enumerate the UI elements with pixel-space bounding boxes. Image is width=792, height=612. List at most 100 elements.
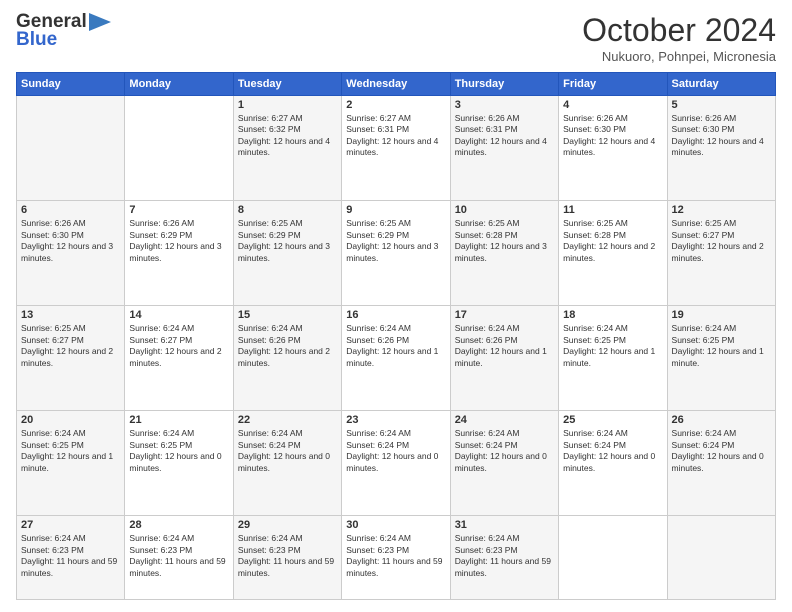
cell-info: Sunrise: 6:24 AM Sunset: 6:25 PM Dayligh… xyxy=(21,428,120,474)
calendar-week-row: 1 Sunrise: 6:27 AM Sunset: 6:32 PM Daylig… xyxy=(17,96,776,201)
cell-info: Sunrise: 6:24 AM Sunset: 6:23 PM Dayligh… xyxy=(238,533,337,579)
calendar-cell: 31Sunrise: 6:24 AM Sunset: 6:23 PM Dayli… xyxy=(450,516,558,600)
cell-info: Sunrise: 6:24 AM Sunset: 6:26 PM Dayligh… xyxy=(238,323,337,369)
cell-info: Sunrise: 6:25 AM Sunset: 6:27 PM Dayligh… xyxy=(21,323,120,369)
cell-info: Sunrise: 6:26 AM Sunset: 6:30 PM Dayligh… xyxy=(563,113,662,159)
cell-info: Sunrise: 6:24 AM Sunset: 6:24 PM Dayligh… xyxy=(346,428,445,474)
cell-info: Sunrise: 6:27 AM Sunset: 6:31 PM Dayligh… xyxy=(346,113,445,159)
calendar-cell: 27Sunrise: 6:24 AM Sunset: 6:23 PM Dayli… xyxy=(17,516,125,600)
day-number: 22 xyxy=(238,414,337,426)
calendar-cell: 2 Sunrise: 6:27 AM Sunset: 6:31 PM Daylig… xyxy=(342,96,450,201)
calendar-cell: 29 Sunrise: 6:24 AM Sunset: 6:23 PM Dayli… xyxy=(233,516,341,600)
cell-info: Sunrise: 6:24 AM Sunset: 6:25 PM Dayligh… xyxy=(672,323,771,369)
page: General Blue October 2024 Nukuoro, Pohnp… xyxy=(0,0,792,612)
calendar-cell: 1 Sunrise: 6:27 AM Sunset: 6:32 PM Daylig… xyxy=(233,96,341,201)
calendar-week-row: 20 Sunrise: 6:24 AM Sunset: 6:25 PM Dayli… xyxy=(17,411,776,516)
location: Nukuoro, Pohnpei, Micronesia xyxy=(582,49,776,64)
day-number: 15 xyxy=(238,309,337,321)
logo-arrow-icon xyxy=(89,13,111,31)
month-title: October 2024 xyxy=(582,12,776,49)
calendar-cell xyxy=(17,96,125,201)
cell-info: Sunrise: 6:25 AM Sunset: 6:29 PM Dayligh… xyxy=(346,218,445,264)
day-number: 23 xyxy=(346,414,445,426)
day-number: 1 xyxy=(238,99,337,111)
cell-info: Sunrise: 6:26 AM Sunset: 6:29 PM Dayligh… xyxy=(129,218,228,264)
calendar-cell xyxy=(667,516,775,600)
cell-info: Sunrise: 6:24 AM Sunset: 6:24 PM Dayligh… xyxy=(238,428,337,474)
calendar-cell: 23 Sunrise: 6:24 AM Sunset: 6:24 PM Dayli… xyxy=(342,411,450,516)
weekday-header: Sunday xyxy=(17,73,125,96)
day-number: 17 xyxy=(455,309,554,321)
day-number: 13 xyxy=(21,309,120,321)
calendar-cell: 12 Sunrise: 6:25 AM Sunset: 6:27 PM Dayli… xyxy=(667,201,775,306)
cell-info: Sunrise: 6:24 AM Sunset: 6:25 PM Dayligh… xyxy=(563,323,662,369)
day-number: 25 xyxy=(563,414,662,426)
weekday-header: Tuesday xyxy=(233,73,341,96)
calendar-cell: 25 Sunrise: 6:24 AM Sunset: 6:24 PM Dayli… xyxy=(559,411,667,516)
calendar-cell: 16 Sunrise: 6:24 AM Sunset: 6:26 PM Dayli… xyxy=(342,306,450,411)
cell-info: Sunrise: 6:25 AM Sunset: 6:28 PM Dayligh… xyxy=(563,218,662,264)
calendar-cell: 18 Sunrise: 6:24 AM Sunset: 6:25 PM Dayli… xyxy=(559,306,667,411)
cell-info: Sunrise: 6:24 AM Sunset: 6:24 PM Dayligh… xyxy=(672,428,771,474)
calendar-header-row: SundayMondayTuesdayWednesdayThursdayFrid… xyxy=(17,73,776,96)
day-number: 4 xyxy=(563,99,662,111)
calendar-cell: 11 Sunrise: 6:25 AM Sunset: 6:28 PM Dayli… xyxy=(559,201,667,306)
calendar-cell: 13 Sunrise: 6:25 AM Sunset: 6:27 PM Dayli… xyxy=(17,306,125,411)
cell-info: Sunrise: 6:24 AM Sunset: 6:26 PM Dayligh… xyxy=(455,323,554,369)
day-number: 9 xyxy=(346,204,445,216)
day-number: 24 xyxy=(455,414,554,426)
cell-info: Sunrise: 6:24 AM Sunset: 6:25 PM Dayligh… xyxy=(129,428,228,474)
day-number: 27 xyxy=(21,519,120,531)
cell-info: Sunrise: 6:24 AM Sunset: 6:23 PM Dayligh… xyxy=(346,533,445,579)
day-number: 30 xyxy=(346,519,445,531)
calendar-cell: 28Sunrise: 6:24 AM Sunset: 6:23 PM Dayli… xyxy=(125,516,233,600)
calendar-cell: 19Sunrise: 6:24 AM Sunset: 6:25 PM Dayli… xyxy=(667,306,775,411)
calendar-cell: 21Sunrise: 6:24 AM Sunset: 6:25 PM Dayli… xyxy=(125,411,233,516)
cell-info: Sunrise: 6:24 AM Sunset: 6:26 PM Dayligh… xyxy=(346,323,445,369)
weekday-header: Saturday xyxy=(667,73,775,96)
day-number: 29 xyxy=(238,519,337,531)
cell-info: Sunrise: 6:26 AM Sunset: 6:31 PM Dayligh… xyxy=(455,113,554,159)
calendar-cell: 15 Sunrise: 6:24 AM Sunset: 6:26 PM Dayli… xyxy=(233,306,341,411)
cell-info: Sunrise: 6:25 AM Sunset: 6:28 PM Dayligh… xyxy=(455,218,554,264)
calendar-cell: 30 Sunrise: 6:24 AM Sunset: 6:23 PM Dayli… xyxy=(342,516,450,600)
calendar-cell: 7Sunrise: 6:26 AM Sunset: 6:29 PM Daylig… xyxy=(125,201,233,306)
header: General Blue October 2024 Nukuoro, Pohnp… xyxy=(16,12,776,64)
weekday-header: Monday xyxy=(125,73,233,96)
logo: General Blue xyxy=(16,12,111,51)
calendar-cell: 20 Sunrise: 6:24 AM Sunset: 6:25 PM Dayli… xyxy=(17,411,125,516)
day-number: 14 xyxy=(129,309,228,321)
day-number: 8 xyxy=(238,204,337,216)
day-number: 2 xyxy=(346,99,445,111)
calendar-cell: 9 Sunrise: 6:25 AM Sunset: 6:29 PM Daylig… xyxy=(342,201,450,306)
calendar-cell xyxy=(125,96,233,201)
calendar-cell: 6 Sunrise: 6:26 AM Sunset: 6:30 PM Daylig… xyxy=(17,201,125,306)
calendar-cell: 4 Sunrise: 6:26 AM Sunset: 6:30 PM Daylig… xyxy=(559,96,667,201)
weekday-header: Thursday xyxy=(450,73,558,96)
cell-info: Sunrise: 6:25 AM Sunset: 6:27 PM Dayligh… xyxy=(672,218,771,264)
calendar-week-row: 6 Sunrise: 6:26 AM Sunset: 6:30 PM Daylig… xyxy=(17,201,776,306)
cell-info: Sunrise: 6:24 AM Sunset: 6:24 PM Dayligh… xyxy=(563,428,662,474)
day-number: 20 xyxy=(21,414,120,426)
day-number: 11 xyxy=(563,204,662,216)
weekday-header: Wednesday xyxy=(342,73,450,96)
weekday-header: Friday xyxy=(559,73,667,96)
day-number: 12 xyxy=(672,204,771,216)
cell-info: Sunrise: 6:26 AM Sunset: 6:30 PM Dayligh… xyxy=(21,218,120,264)
cell-info: Sunrise: 6:24 AM Sunset: 6:24 PM Dayligh… xyxy=(455,428,554,474)
day-number: 10 xyxy=(455,204,554,216)
calendar-week-row: 13 Sunrise: 6:25 AM Sunset: 6:27 PM Dayli… xyxy=(17,306,776,411)
calendar-cell: 17 Sunrise: 6:24 AM Sunset: 6:26 PM Dayli… xyxy=(450,306,558,411)
calendar-cell: 22 Sunrise: 6:24 AM Sunset: 6:24 PM Dayli… xyxy=(233,411,341,516)
day-number: 5 xyxy=(672,99,771,111)
day-number: 16 xyxy=(346,309,445,321)
day-number: 18 xyxy=(563,309,662,321)
title-block: October 2024 Nukuoro, Pohnpei, Micronesi… xyxy=(582,12,776,64)
calendar-cell: 5Sunrise: 6:26 AM Sunset: 6:30 PM Daylig… xyxy=(667,96,775,201)
cell-info: Sunrise: 6:24 AM Sunset: 6:27 PM Dayligh… xyxy=(129,323,228,369)
calendar-cell: 8Sunrise: 6:25 AM Sunset: 6:29 PM Daylig… xyxy=(233,201,341,306)
day-number: 6 xyxy=(21,204,120,216)
cell-info: Sunrise: 6:24 AM Sunset: 6:23 PM Dayligh… xyxy=(129,533,228,579)
cell-info: Sunrise: 6:27 AM Sunset: 6:32 PM Dayligh… xyxy=(238,113,337,159)
calendar-week-row: 27 Sunrise: 6:24 AM Sunset: 6:23 PM Dayli… xyxy=(17,516,776,600)
